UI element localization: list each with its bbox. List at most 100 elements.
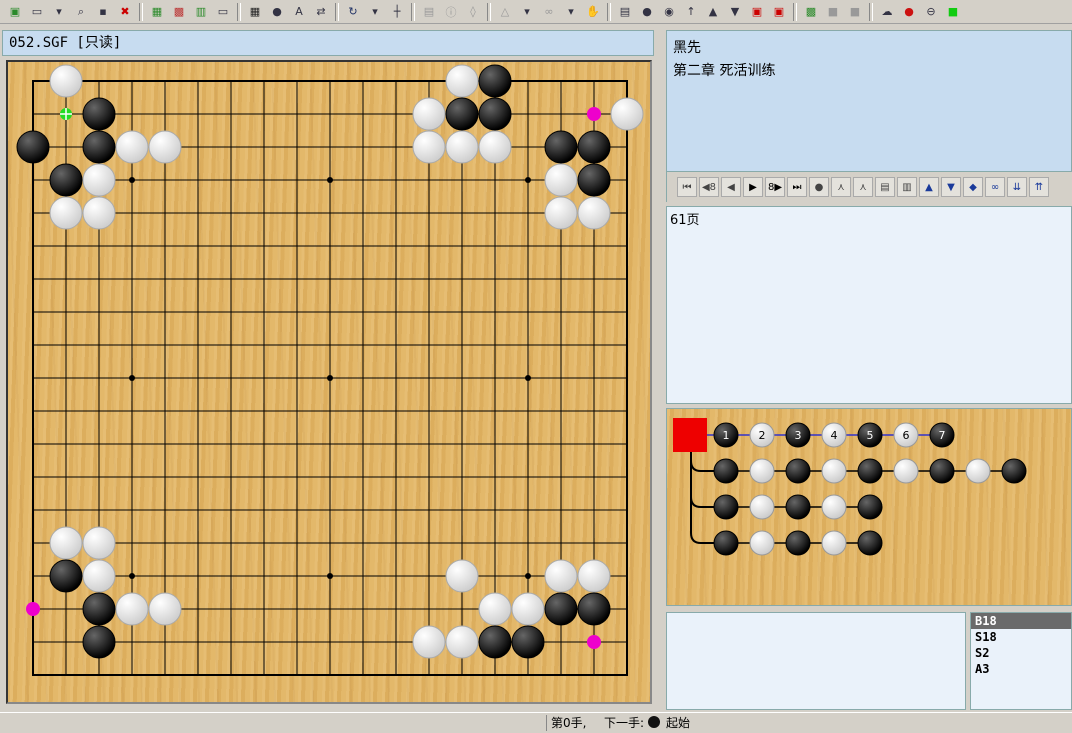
white-stone[interactable] — [445, 64, 479, 98]
dropdown-arrow-icon[interactable]: ▾ — [366, 3, 384, 21]
page-button[interactable]: ▤ — [875, 177, 895, 197]
white-tree-node[interactable] — [749, 494, 775, 520]
black-stone[interactable] — [544, 592, 578, 626]
black-tree-node[interactable] — [857, 530, 883, 556]
white-tree-node[interactable] — [821, 494, 847, 520]
black-stone[interactable] — [82, 130, 116, 164]
black-stone[interactable] — [82, 97, 116, 131]
go-board[interactable] — [6, 60, 652, 704]
green-board-icon[interactable]: ▩ — [802, 3, 820, 21]
mark-left-button[interactable]: ◆ — [963, 177, 983, 197]
mark-icon[interactable]: ◉ — [660, 3, 678, 21]
board-icon[interactable]: ▦ — [148, 3, 166, 21]
red2-icon[interactable]: ▣ — [770, 3, 788, 21]
print-icon[interactable]: ▤ — [420, 3, 438, 21]
green-square-icon[interactable]: ■ — [944, 3, 962, 21]
white-stone[interactable] — [610, 97, 644, 131]
rotate-icon[interactable]: ↻ — [344, 3, 362, 21]
link-icon[interactable]: ∞ — [540, 3, 558, 21]
new-icon[interactable]: ▣ — [6, 3, 24, 21]
black-tree-node[interactable] — [857, 458, 883, 484]
black-tree-node[interactable] — [713, 494, 739, 520]
white-stone[interactable] — [49, 196, 83, 230]
board-canvas[interactable] — [8, 62, 650, 702]
white-tree-node[interactable] — [821, 530, 847, 556]
goto-button[interactable]: ● — [809, 177, 829, 197]
open-icon[interactable]: ▭ — [28, 3, 46, 21]
black-stone[interactable] — [577, 163, 611, 197]
info-icon[interactable]: ⓘ — [442, 3, 460, 21]
close-file-icon[interactable]: ✖ — [116, 3, 134, 21]
white-stone[interactable] — [544, 163, 578, 197]
tree-canvas[interactable]: 1 2 3 4 5 6 7 — [667, 409, 1071, 605]
pin-icon[interactable]: ● — [900, 3, 918, 21]
white-tree-node[interactable] — [893, 458, 919, 484]
white-stone[interactable] — [544, 559, 578, 593]
dropdown-arrow-icon[interactable]: ▾ — [562, 3, 580, 21]
branch-up-button[interactable]: ⇈ — [1029, 177, 1049, 197]
coordinate-icon[interactable]: ┼ — [388, 3, 406, 21]
red-icon[interactable]: ▣ — [748, 3, 766, 21]
candidate-mark[interactable] — [26, 602, 40, 616]
hand-icon[interactable]: ✋ — [584, 3, 602, 21]
move-list-item[interactable]: S2 — [971, 645, 1071, 661]
forward-8-button[interactable]: 8▶ — [765, 177, 785, 197]
first-icon[interactable]: ▲ — [704, 3, 722, 21]
move-list-item[interactable]: B18 — [971, 613, 1071, 629]
white-stone[interactable] — [478, 130, 512, 164]
black-tree-node[interactable] — [713, 458, 739, 484]
list-icon[interactable]: ▤ — [616, 3, 634, 21]
erase-icon[interactable]: ◊ — [464, 3, 482, 21]
tree-root-marker[interactable] — [673, 418, 707, 452]
black-stone[interactable] — [577, 592, 611, 626]
black-tree-node[interactable] — [785, 530, 811, 556]
black-stone[interactable] — [478, 97, 512, 131]
chart-icon[interactable]: ▥ — [192, 3, 210, 21]
white-stone[interactable] — [445, 625, 479, 659]
dropdown-arrow-icon[interactable]: ▾ — [518, 3, 536, 21]
white-stone[interactable] — [148, 592, 182, 626]
white-tree-node[interactable] — [749, 458, 775, 484]
grid-icon[interactable]: ▦ — [246, 3, 264, 21]
black-tree-node[interactable] — [785, 458, 811, 484]
black-stone[interactable] — [49, 163, 83, 197]
white-stone[interactable] — [412, 97, 446, 131]
white-stone[interactable] — [82, 526, 116, 560]
white-stone[interactable] — [82, 559, 116, 593]
black-stone[interactable] — [577, 130, 611, 164]
white-tree-node[interactable] — [749, 530, 775, 556]
search-icon[interactable]: ⌕ — [72, 3, 90, 21]
white-tree-node[interactable] — [965, 458, 991, 484]
last-move-button[interactable]: ⏭ — [787, 177, 807, 197]
candidate-mark[interactable] — [587, 107, 601, 121]
binoculars-button[interactable]: ∞ — [985, 177, 1005, 197]
move-list-item[interactable]: S18 — [971, 629, 1071, 645]
black-stone[interactable] — [544, 130, 578, 164]
pointer-icon[interactable]: ↑ — [682, 3, 700, 21]
stone-icon[interactable]: ● — [638, 3, 656, 21]
white-stone[interactable] — [511, 592, 545, 626]
white-stone[interactable] — [577, 196, 611, 230]
white-stone[interactable] — [82, 163, 116, 197]
board-alt-icon[interactable]: ▩ — [170, 3, 188, 21]
black-tree-node[interactable] — [1001, 458, 1027, 484]
white-stone[interactable] — [148, 130, 182, 164]
prev-button[interactable]: ◀ — [721, 177, 741, 197]
white-stone[interactable] — [49, 526, 83, 560]
var-up-button[interactable]: ⋏ — [831, 177, 851, 197]
white-stone[interactable] — [445, 559, 479, 593]
white-stone[interactable] — [115, 592, 149, 626]
white-tree-node[interactable] — [821, 458, 847, 484]
black-tree-node[interactable] — [857, 494, 883, 520]
next-button[interactable]: ▶ — [743, 177, 763, 197]
black-tree-node[interactable] — [785, 494, 811, 520]
save-icon[interactable]: ▪ — [94, 3, 112, 21]
back-8-button[interactable]: ◀8 — [699, 177, 719, 197]
swap-icon[interactable]: ⇄ — [312, 3, 330, 21]
gray-square-icon[interactable]: ■ — [846, 3, 864, 21]
triangle-icon[interactable]: △ — [496, 3, 514, 21]
white-stone[interactable] — [49, 64, 83, 98]
page2-button[interactable]: ▥ — [897, 177, 917, 197]
mark-up-button[interactable]: ▲ — [919, 177, 939, 197]
number-icon[interactable]: ● — [268, 3, 286, 21]
